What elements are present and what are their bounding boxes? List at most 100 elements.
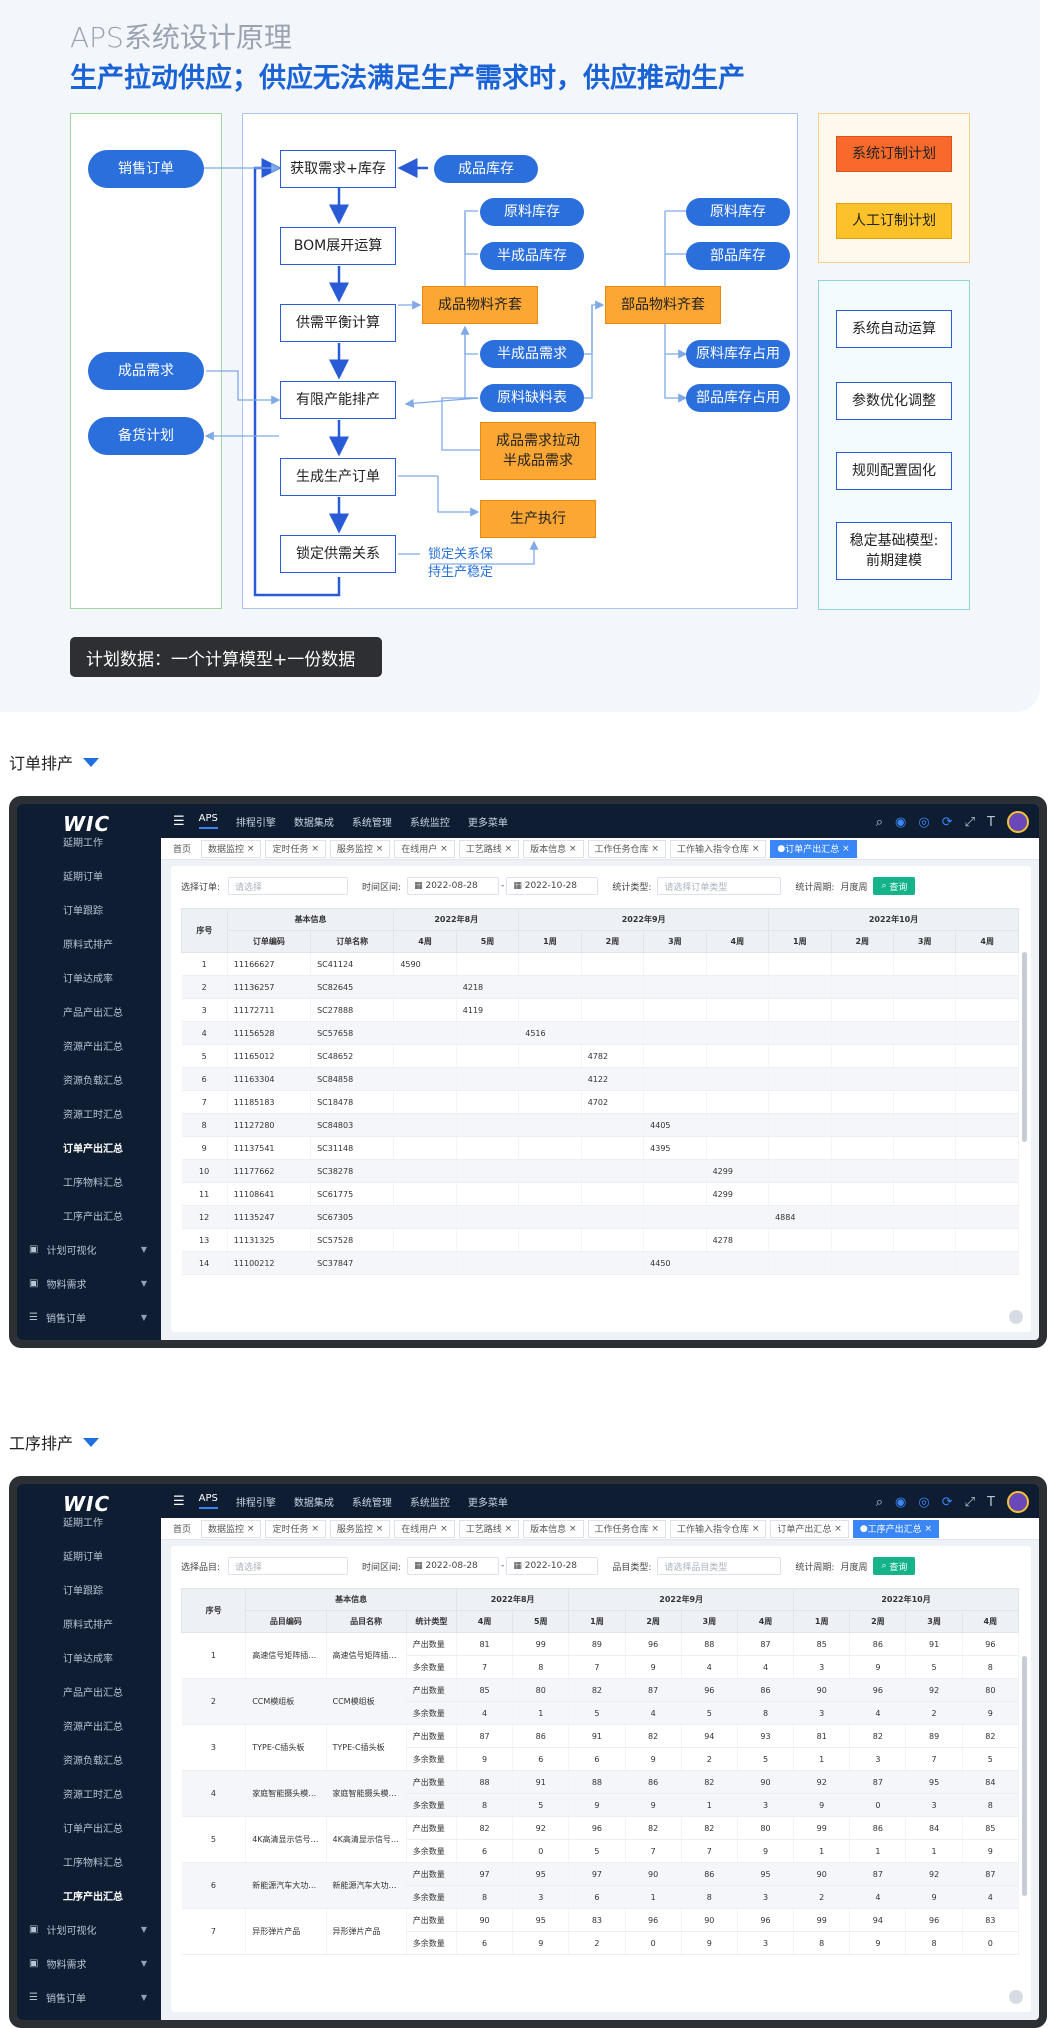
table-row[interactable]: 5 4K高清显示信号… 4K高清显示信号… 产出数量 82 92 96 82 82 80 99 86 8… (181, 1816, 1020, 1863)
table-row[interactable]: 6 新能源汽车大功… 新能源汽车大功… 产出数量 97 95 97 90 86 95 90 87 92 8… (181, 1862, 1020, 1909)
sidebar-item[interactable]: 工序物料汇总 (17, 1164, 161, 1198)
tab-data-monitor[interactable]: 数据监控 × (201, 1519, 262, 1538)
sidebar-item[interactable]: 订单跟踪 (17, 892, 161, 926)
table-row[interactable]: 4 11156528 SC57658 4516 (181, 1021, 1019, 1045)
sidebar-group[interactable]: ▣ 计划可视化 ▼ (17, 1912, 161, 1946)
nav-data-integration[interactable]: 数据集成 (294, 814, 334, 829)
date-to-input[interactable]: ▦ 2022-10-28 (506, 877, 599, 895)
table-row[interactable]: 9 11137541 SC31148 4395 (181, 1136, 1019, 1160)
nav-aps[interactable]: APS (198, 813, 218, 829)
table-row[interactable]: 7 异形弹片产品 异形弹片产品 产出数量 90 95 83 96 90 96 99 94 96 83 (181, 1908, 1020, 1955)
sidebar-item[interactable]: 产品产出汇总 (17, 994, 161, 1028)
nav-data-integration[interactable]: 数据集成 (294, 1494, 334, 1509)
collapse-icon[interactable] (1009, 1990, 1023, 2004)
table-scrollbar[interactable] (1022, 952, 1027, 1142)
sidebar-item[interactable]: 工序物料汇总 (17, 1844, 161, 1878)
period-value[interactable]: 月度周 (840, 1560, 867, 1573)
menu-toggle-icon[interactable]: ☰ (173, 1494, 185, 1509)
tab-version[interactable]: 版本信息 × (523, 839, 584, 858)
table-row[interactable]: 2 CCM模组板 CCM模组板 产出数量 85 80 82 87 96 86 90 96 92 80 (181, 1678, 1020, 1725)
tab-process-output[interactable]: ● 工序产出汇总 × (852, 1519, 940, 1538)
settings-icon[interactable]: ◎ (918, 815, 929, 830)
date-from-input[interactable]: ▦ 2022-08-28 (407, 1557, 500, 1575)
nav-schedule-engine[interactable]: 排程引擎 (236, 814, 276, 829)
query-button[interactable]: ⌕ 查询 (873, 877, 916, 895)
fullscreen-icon[interactable]: ⤢ (965, 1495, 975, 1510)
date-from-input[interactable]: ▦ 2022-08-28 (407, 877, 500, 895)
sidebar-item[interactable]: 资源负载汇总 (17, 1742, 161, 1776)
search-icon[interactable]: ⌕ (876, 815, 883, 830)
sidebar-group[interactable]: ▣ 计划可视化 ▼ (17, 1232, 161, 1266)
tab-work-task[interactable]: 工作任务仓库 × (587, 1519, 666, 1538)
nav-more-menu[interactable]: 更多菜单 (468, 814, 508, 829)
tab-service-monitor[interactable]: 服务监控 × (329, 1519, 391, 1538)
refresh-icon[interactable]: ⟳ (942, 1495, 953, 1510)
nav-system-admin[interactable]: 系统管理 (352, 1494, 392, 1509)
tab-work-task[interactable]: 工作任务仓库 × (587, 839, 666, 858)
sidebar-item[interactable]: 资源工时汇总 (17, 1776, 161, 1810)
table-row[interactable]: 1 高速信号矩阵插… 高速信号矩阵插… 产出数量 81 99 89 96 88 87 85 86 91 9… (181, 1632, 1020, 1679)
tab-work-input[interactable]: 工作输入指令仓库 × (669, 1519, 767, 1538)
tab-online-users[interactable]: 在线用户 × (394, 1519, 455, 1538)
nav-more-menu[interactable]: 更多菜单 (468, 1494, 508, 1509)
table-row[interactable]: 3 TYPE-C插头板 TYPE-C插头板 产出数量 87 86 91 82 94 93 81 82 8… (181, 1724, 1020, 1771)
tab-home[interactable]: 首页 (167, 840, 197, 858)
date-to-input[interactable]: ▦ 2022-10-28 (506, 1557, 599, 1575)
type-select[interactable]: 请选择订单类型 (657, 877, 782, 895)
sidebar-group[interactable]: ☰ 销售订单 ▼ (17, 1980, 161, 2014)
period-value[interactable]: 月度周 (840, 880, 867, 893)
tab-scheduled-task[interactable]: 定时任务 × (265, 1519, 326, 1538)
sidebar-item[interactable]: 订单跟踪 (17, 1572, 161, 1606)
table-row[interactable]: 2 11136257 SC82645 4218 (181, 975, 1019, 999)
refresh-icon[interactable]: ⟳ (942, 815, 953, 830)
sidebar-item[interactable]: 资源负载汇总 (17, 1062, 161, 1096)
font-size-icon[interactable]: T (987, 1495, 995, 1510)
table-row[interactable]: 13 11131325 SC57528 4278 (181, 1228, 1019, 1252)
sidebar-item[interactable]: 延期订单 (17, 1538, 161, 1572)
sidebar-item[interactable]: 工序产出汇总 (17, 1198, 161, 1232)
tab-order-output[interactable]: ● 订单产出汇总 × (770, 839, 857, 858)
table-row[interactable]: 4 家庭智能摄头模… 家庭智能摄头模… 产出数量 88 91 88 86 82 90 92 87 95 8… (181, 1770, 1020, 1817)
tab-home[interactable]: 首页 (167, 1520, 197, 1538)
table-row[interactable]: 12 11135247 SC67305 4884 (181, 1205, 1019, 1229)
type-select[interactable]: 请选择品目类型 (657, 1557, 782, 1575)
sidebar-item[interactable]: 延期订单 (17, 858, 161, 892)
nav-aps[interactable]: APS (198, 1493, 218, 1509)
table-row[interactable]: 8 11127280 SC84803 4405 (181, 1113, 1019, 1137)
sidebar-item[interactable]: 工序产出汇总 (17, 1878, 161, 1912)
table-row[interactable]: 10 11177662 SC38278 4299 (181, 1159, 1019, 1183)
play-icon[interactable]: ◉ (895, 1495, 906, 1510)
collapse-icon[interactable] (1009, 1310, 1023, 1324)
play-icon[interactable]: ◉ (895, 815, 906, 830)
sidebar-item[interactable]: 订单达成率 (17, 960, 161, 994)
table-row[interactable]: 7 11185183 SC18478 4702 (181, 1090, 1019, 1114)
order-scheduling-heading[interactable]: 订单排产 (9, 750, 100, 774)
sidebar-item[interactable]: 订单产出汇总 (17, 1130, 161, 1164)
tab-work-input[interactable]: 工作输入指令仓库 × (669, 839, 767, 858)
sidebar-group[interactable]: ☰ 销售订单 ▼ (17, 1300, 161, 1334)
settings-icon[interactable]: ◎ (918, 1495, 929, 1510)
tab-routing[interactable]: 工艺路线 × (458, 1519, 520, 1538)
sidebar-group[interactable]: ▣ 物料需求 ▼ (17, 1946, 161, 1980)
sidebar-group[interactable]: ▣ 物料需求 ▼ (17, 1266, 161, 1300)
fullscreen-icon[interactable]: ⤢ (965, 815, 975, 830)
sidebar-item[interactable]: 订单达成率 (17, 1640, 161, 1674)
sidebar-item[interactable]: 资源工时汇总 (17, 1096, 161, 1130)
process-scheduling-heading[interactable]: 工序排产 (9, 1430, 100, 1454)
sidebar-item[interactable]: 原料式排产 (17, 926, 161, 960)
tab-online-users[interactable]: 在线用户 × (394, 839, 455, 858)
table-row[interactable]: 14 11100212 SC37847 4450 (181, 1251, 1019, 1275)
tab-scheduled-task[interactable]: 定时任务 × (265, 839, 326, 858)
search-icon[interactable]: ⌕ (876, 1495, 883, 1510)
sidebar-item[interactable]: 订单产出汇总 (17, 1810, 161, 1844)
sidebar-item[interactable]: 原料式排产 (17, 1606, 161, 1640)
sidebar-item[interactable]: 产品产出汇总 (17, 1674, 161, 1708)
query-button[interactable]: ⌕ 查询 (873, 1557, 916, 1575)
avatar[interactable] (1007, 1491, 1029, 1513)
table-scrollbar[interactable] (1022, 1656, 1027, 1896)
table-row[interactable]: 1 11166627 SC41124 4590 (181, 952, 1019, 976)
nav-system-monitor[interactable]: 系统监控 (410, 814, 450, 829)
table-row[interactable]: 11 11108641 SC61775 4299 (181, 1182, 1019, 1206)
menu-toggle-icon[interactable]: ☰ (173, 814, 185, 829)
tab-data-monitor[interactable]: 数据监控 × (201, 839, 262, 858)
